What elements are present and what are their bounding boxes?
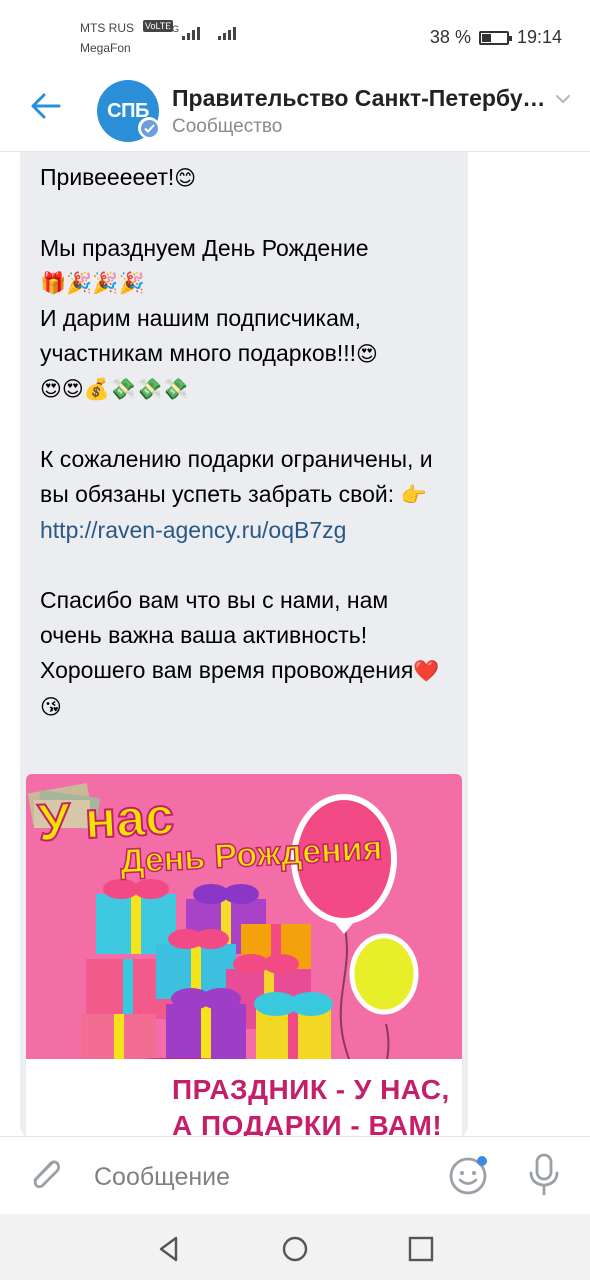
verified-badge bbox=[138, 117, 160, 139]
message-line-4: Спасибо вам что вы с нами, нам очень важ… bbox=[40, 587, 414, 683]
chat-title[interactable]: Правительство Санкт-Петербурга bbox=[172, 85, 546, 112]
love-money-emoji-icon: 😍😍💰💸💸💸 bbox=[40, 378, 189, 401]
chat-header: СПБ Правительство Санкт-Петербурга Сообщ… bbox=[0, 70, 590, 152]
signal-icon-2 bbox=[218, 26, 236, 40]
smile-icon[interactable] bbox=[446, 1153, 490, 1197]
message-bubble: Привееееет!😊 Мы празднуем День Рождение … bbox=[20, 152, 468, 1142]
status-bar: MTS RUS VoLTE 4G MegaFon 38 % 19:14 bbox=[0, 0, 590, 70]
smile-emoji-icon: 😊 bbox=[174, 167, 197, 190]
network-type: 4G bbox=[167, 24, 180, 34]
message-line-3: К сожалению подарки ограничены, и вы обя… bbox=[40, 446, 433, 507]
gift-party-emoji-icon: 🎁🎉🎉🎉 bbox=[40, 272, 145, 295]
nav-back-triangle-icon[interactable] bbox=[152, 1232, 186, 1266]
system-nav-bar bbox=[0, 1214, 590, 1280]
message-composer bbox=[0, 1136, 590, 1214]
message-input[interactable] bbox=[94, 1157, 424, 1197]
nav-home-circle-icon[interactable] bbox=[278, 1232, 312, 1266]
message-link[interactable]: http://raven-agency.ru/oqB7zg bbox=[40, 517, 346, 543]
battery-percent: 38 % bbox=[429, 27, 471, 47]
message-text: Привееееет!😊 Мы празднуем День Рождение … bbox=[40, 160, 455, 725]
message-line-1: Мы празднуем День Рождение bbox=[40, 235, 369, 261]
battery-icon bbox=[478, 30, 512, 45]
love-emoji-icon: 😍 bbox=[356, 343, 378, 366]
clock: 19:14 bbox=[516, 27, 562, 47]
signal-icon bbox=[182, 26, 200, 40]
promo-image[interactable]: У нас День Рождения ПРАЗДНИК - У НАС, А … bbox=[26, 774, 462, 1142]
greeting-text: Привееееет! bbox=[40, 164, 175, 190]
status-right: 38 % 19:14 bbox=[430, 27, 562, 48]
message-line-2: И дарим нашим подписчикам, участникам мн… bbox=[40, 305, 362, 366]
arrow-left-icon bbox=[31, 93, 61, 119]
promo-banner-line-1: ПРАЗДНИК - У НАС, bbox=[172, 1074, 450, 1105]
check-icon bbox=[140, 119, 158, 137]
chevron-down-icon[interactable] bbox=[552, 88, 574, 110]
paperclip-icon[interactable] bbox=[26, 1153, 66, 1195]
carrier-name-2: MegaFon bbox=[80, 41, 131, 55]
point-emoji-icon: 👉 bbox=[400, 484, 427, 507]
nav-recents-square-icon[interactable] bbox=[404, 1232, 438, 1266]
back-button[interactable] bbox=[22, 84, 70, 128]
chat-subtitle: Сообщество bbox=[172, 116, 283, 137]
carrier-name-1: MTS RUS bbox=[80, 21, 134, 35]
microphone-icon[interactable] bbox=[524, 1151, 564, 1197]
